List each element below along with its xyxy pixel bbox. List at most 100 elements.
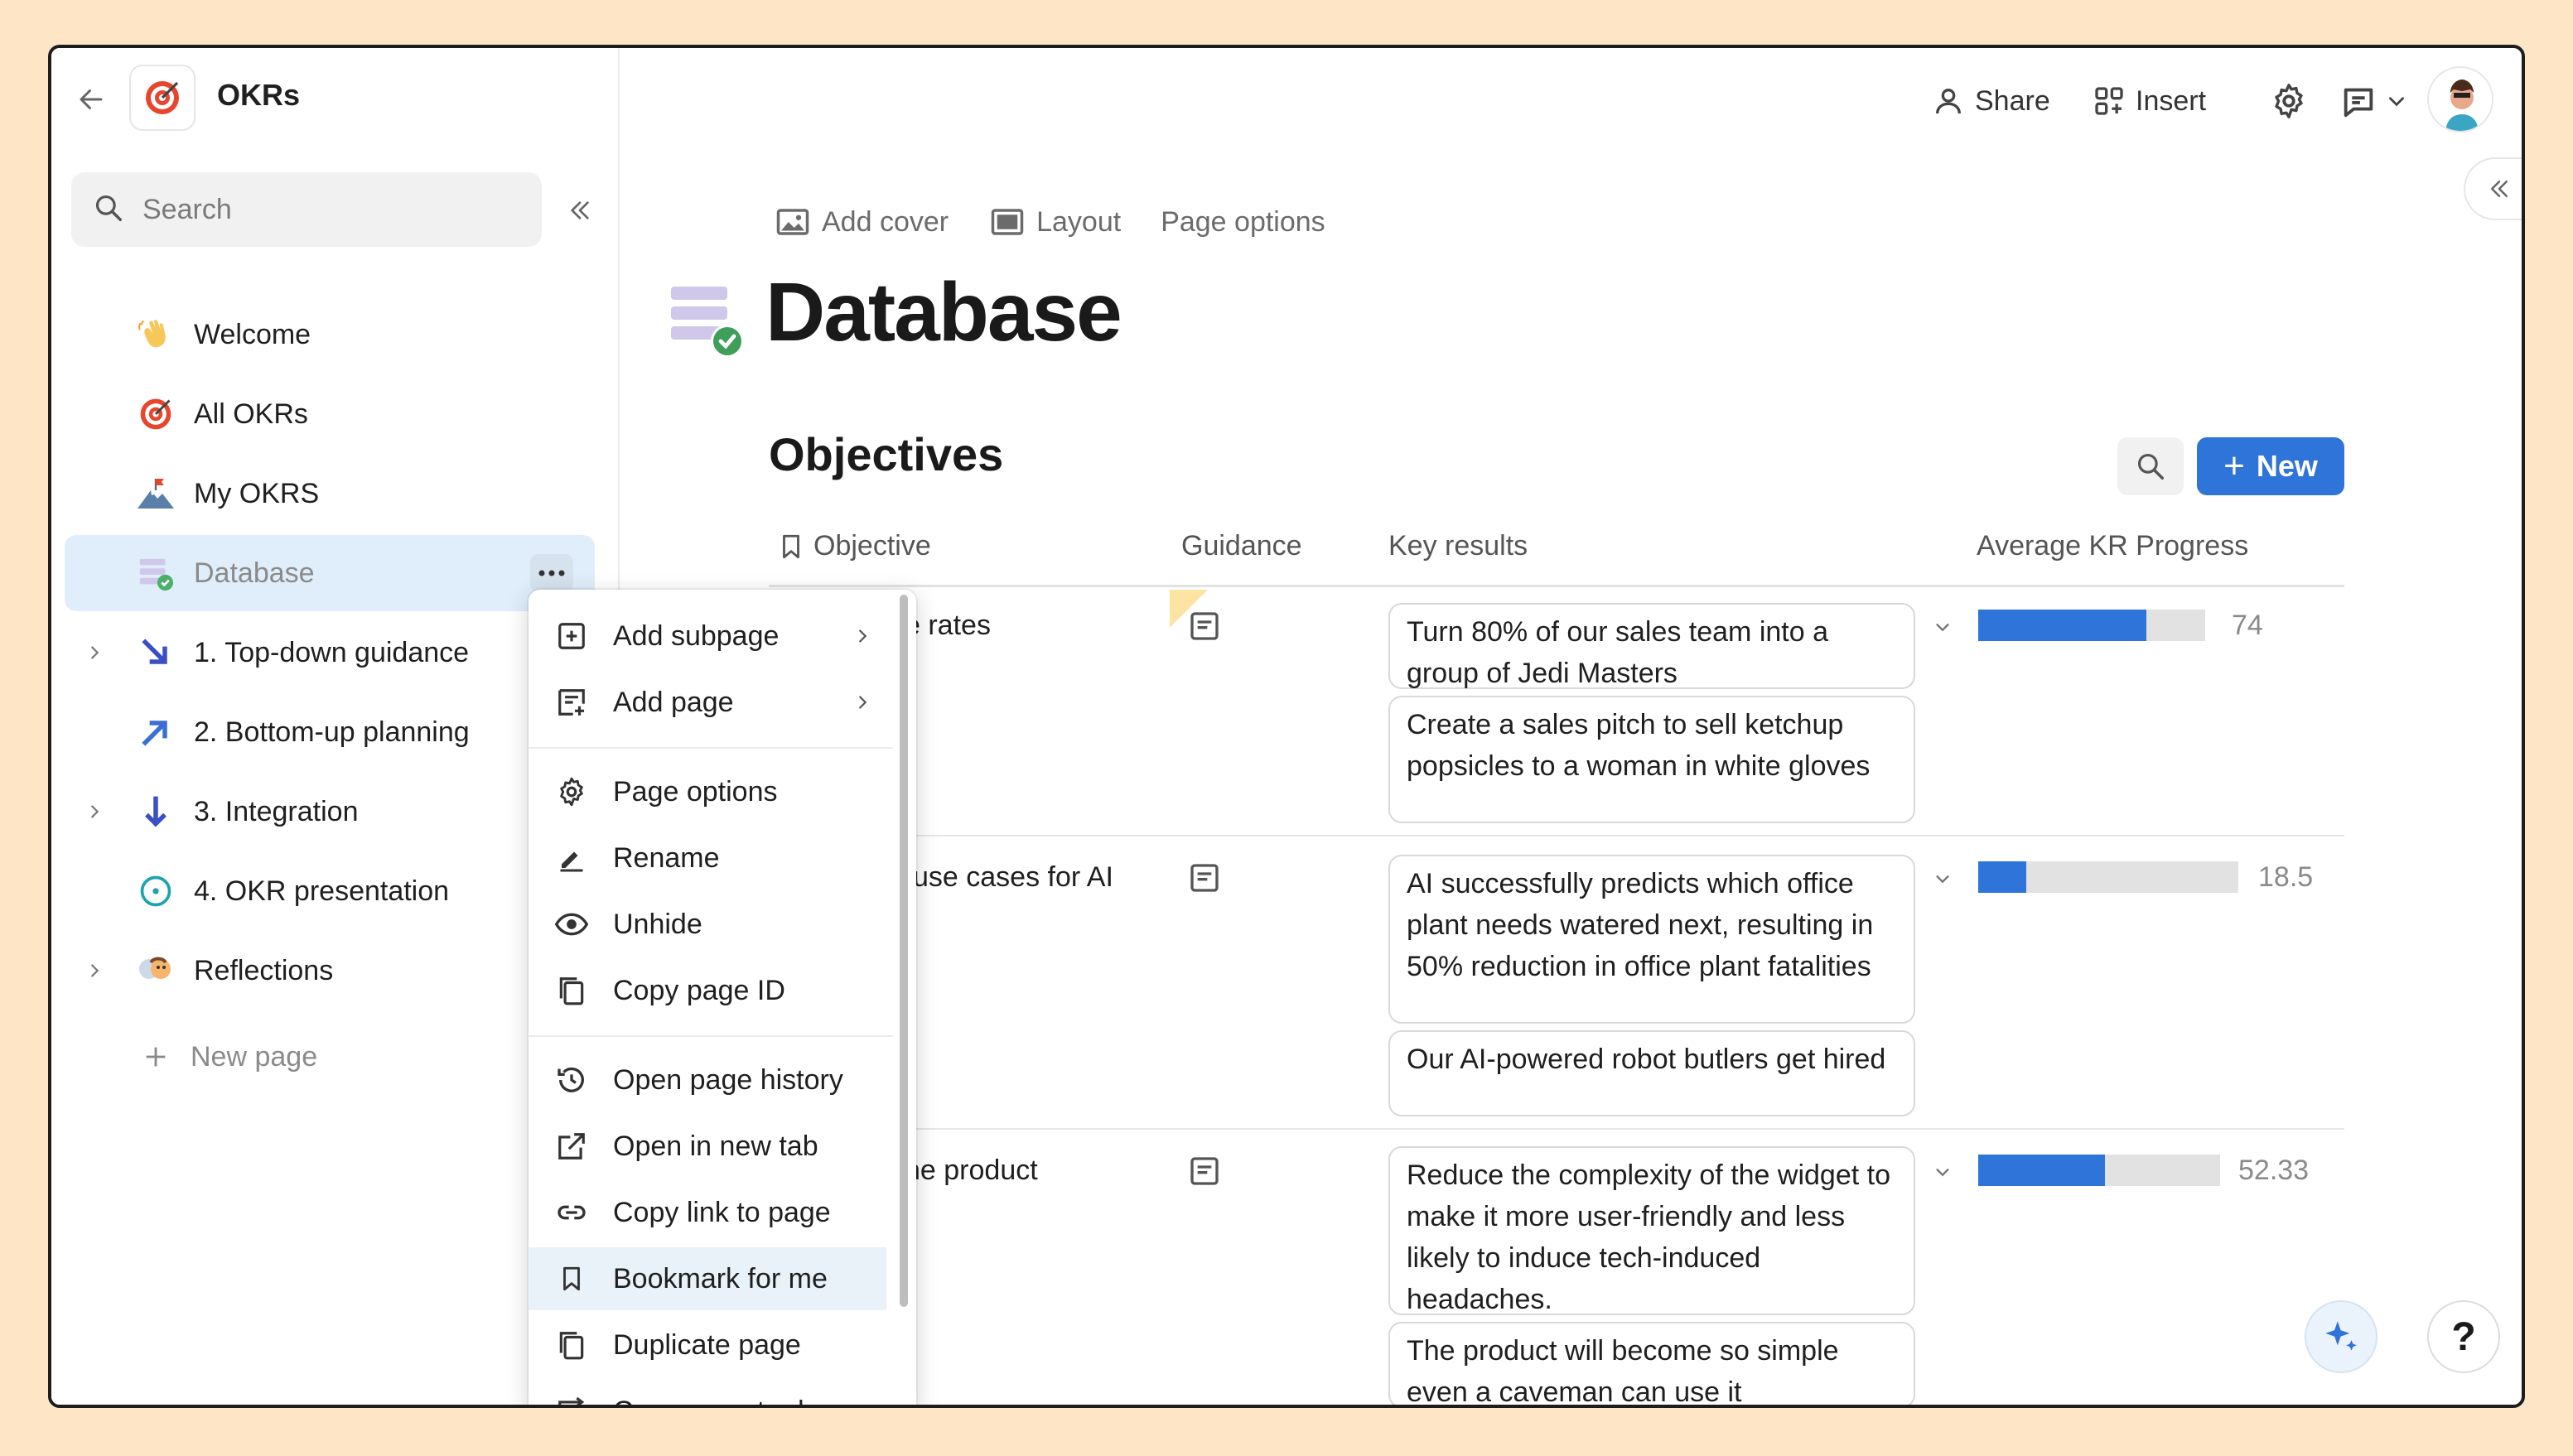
bookmark-icon [777, 531, 805, 562]
sidebar-item-reflections[interactable]: Reflections [65, 933, 595, 1009]
search-input[interactable] [142, 193, 490, 226]
sidebar-item-integration[interactable]: 3. Integration [65, 774, 595, 850]
history-icon [553, 1062, 590, 1098]
section-title[interactable]: Objectives [769, 427, 1003, 481]
layout-button[interactable]: Layout [988, 203, 1121, 241]
chevron-right-icon[interactable] [84, 643, 104, 663]
chevron-right-icon[interactable] [84, 802, 104, 822]
app-window: OKRs Welcome All OKRs My [48, 45, 2525, 1408]
new-page-button[interactable]: New page [65, 1019, 595, 1095]
sidebar-item-database[interactable]: Database [65, 535, 595, 611]
menu-item-label: Copy link to page [613, 1196, 831, 1228]
objective-cell[interactable]: he product [905, 1155, 1038, 1187]
plus-icon: + [2223, 446, 2245, 486]
column-header-guidance[interactable]: Guidance [1181, 530, 1302, 562]
sidebar-item-label: Database [194, 557, 315, 589]
page-options-label: Page options [1161, 205, 1325, 238]
database-page-icon[interactable] [668, 280, 751, 363]
settings-gear-icon[interactable] [2270, 78, 2308, 124]
key-result-card[interactable]: Our AI-powered robot butlers get hired [1388, 1030, 1915, 1116]
document-icon[interactable] [1186, 860, 1223, 896]
add-subpage-icon [553, 618, 590, 654]
chevron-down-icon[interactable] [1930, 615, 1955, 639]
sidebar-item-label: 3. Integration [194, 795, 359, 827]
sidebar-item-top-down-guidance[interactable]: 1. Top-down guidance [65, 615, 595, 691]
arrow-down-right-icon [134, 631, 177, 674]
people-icon [134, 949, 177, 992]
app-logo-icon [129, 65, 196, 131]
progress-fill [1978, 861, 2027, 893]
sidebar-item-bottom-up-planning[interactable]: 2. Bottom-up planning [65, 694, 595, 770]
menu-item-copy-page-to-doc[interactable]: Copy page to doc [529, 1380, 893, 1405]
share-button[interactable]: Share [1929, 78, 2050, 124]
column-header-progress[interactable]: Average KR Progress [1977, 530, 2248, 562]
menu-item-open-page-history[interactable]: Open page history [529, 1049, 893, 1111]
chevron-right-icon [850, 624, 875, 648]
duplicate-icon [553, 1327, 590, 1363]
page-context-menu: Add subpage Add page Page options Rename… [529, 590, 916, 1405]
insert-button[interactable]: Insert [2089, 78, 2206, 124]
key-result-card[interactable]: Create a sales pitch to sell ketchup pop… [1388, 696, 1915, 823]
new-row-button[interactable]: + New [2197, 437, 2344, 495]
sidebar-item-my-okrs[interactable]: My OKRS [65, 456, 595, 532]
page-options-button[interactable]: Page options [1161, 206, 1325, 239]
menu-item-label: Open page history [613, 1063, 843, 1096]
chevron-down-icon[interactable] [1930, 1159, 1955, 1184]
collapse-sidebar-icon[interactable] [560, 190, 600, 230]
key-result-card[interactable]: AI successfully predicts which office pl… [1388, 855, 1915, 1024]
menu-separator [529, 747, 893, 749]
objective-cell[interactable]: use cases for AI [913, 861, 1113, 894]
menu-item-unhide[interactable]: Unhide [529, 893, 893, 956]
page-actions: Add cover Layout Page options [774, 197, 1365, 247]
document-icon[interactable] [1186, 1153, 1223, 1189]
progress-bar [1978, 861, 2238, 893]
sidebar-search[interactable] [71, 172, 542, 247]
column-header-key-results[interactable]: Key results [1388, 530, 1528, 562]
ai-sparkle-button[interactable] [2305, 1300, 2377, 1373]
menu-item-page-options[interactable]: Page options [529, 760, 893, 823]
menu-scrollbar[interactable] [900, 595, 908, 1307]
add-cover-button[interactable]: Add cover [774, 203, 949, 241]
share-label: Share [1975, 84, 2050, 117]
avatar[interactable] [2427, 66, 2493, 133]
objective-cell[interactable]: e rates [905, 610, 991, 642]
row-divider [905, 1128, 2344, 1130]
column-header-label: Objective [813, 530, 931, 562]
layout-icon [988, 203, 1026, 241]
column-header-label: Guidance [1181, 530, 1302, 562]
document-icon[interactable] [1186, 608, 1223, 644]
table-search-button[interactable] [2117, 437, 2184, 495]
sidebar-item-label: My OKRS [194, 477, 320, 509]
menu-item-bookmark[interactable]: Bookmark for me [529, 1247, 886, 1310]
collapse-right-panel-icon[interactable] [2464, 157, 2522, 220]
menu-item-open-in-new-tab[interactable]: Open in new tab [529, 1115, 893, 1178]
search-icon [93, 192, 124, 228]
column-header-label: Average KR Progress [1977, 530, 2249, 562]
menu-item-label: Copy page ID [613, 974, 785, 1006]
menu-item-rename[interactable]: Rename [529, 827, 893, 890]
menu-item-label: Open in new tab [613, 1130, 818, 1162]
menu-item-duplicate-page[interactable]: Duplicate page [529, 1314, 893, 1376]
help-button[interactable]: ? [2427, 1300, 2500, 1373]
sidebar-item-okr-presentation[interactable]: 4. OKR presentation [65, 853, 595, 929]
insert-label: Insert [2136, 84, 2207, 117]
chevron-down-icon[interactable] [2386, 78, 2407, 124]
chevron-down-icon[interactable] [1930, 866, 1955, 891]
sidebar-item-welcome[interactable]: Welcome [65, 297, 595, 373]
key-result-card[interactable]: Reduce the complexity of the widget to m… [1388, 1146, 1915, 1315]
key-result-card[interactable]: Turn 80% of our sales team into a group … [1388, 603, 1915, 689]
comments-icon[interactable] [2339, 78, 2377, 124]
menu-item-copy-page-id[interactable]: Copy page ID [529, 959, 893, 1022]
chevron-right-icon[interactable] [84, 961, 104, 981]
page-title[interactable]: Database [765, 265, 1122, 360]
menu-item-label: Copy page to doc [613, 1396, 834, 1405]
menu-item-add-subpage[interactable]: Add subpage [529, 605, 893, 668]
column-header-objective[interactable]: Objective [777, 530, 931, 562]
more-options-icon[interactable] [530, 554, 573, 592]
key-result-card[interactable]: The product will become so simple even a… [1388, 1322, 1915, 1405]
sidebar-item-all-okrs[interactable]: All OKRs [65, 376, 595, 452]
menu-item-copy-link[interactable]: Copy link to page [529, 1181, 893, 1244]
menu-item-add-page[interactable]: Add page [529, 671, 893, 734]
back-arrow-icon[interactable] [71, 80, 111, 119]
menu-item-label: Unhide [613, 908, 702, 940]
